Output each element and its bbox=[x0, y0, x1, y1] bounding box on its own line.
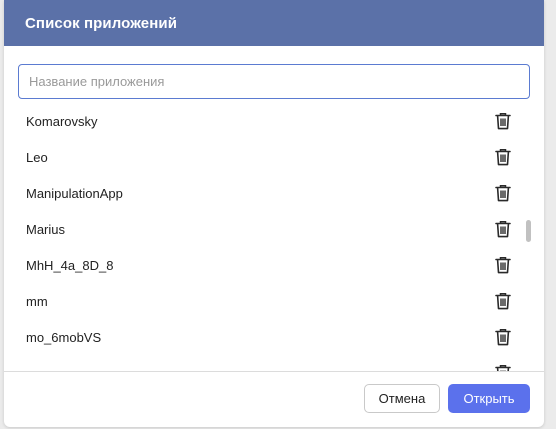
app-list-item[interactable]: Marius bbox=[4, 211, 524, 247]
trash-icon[interactable] bbox=[495, 148, 511, 166]
trash-icon[interactable] bbox=[495, 220, 511, 238]
app-list-item[interactable] bbox=[4, 355, 524, 371]
dialog-title: Список приложений bbox=[25, 14, 178, 32]
app-name-label: Leo bbox=[26, 149, 48, 165]
trash-icon[interactable] bbox=[495, 256, 511, 274]
app-name-search-input[interactable] bbox=[18, 64, 530, 99]
cancel-button[interactable]: Отмена bbox=[364, 384, 440, 413]
app-list-item[interactable]: Komarovsky bbox=[4, 103, 524, 139]
trash-icon[interactable] bbox=[495, 364, 511, 371]
search-wrapper bbox=[18, 64, 530, 99]
app-list-item[interactable]: MhH_4a_8D_8 bbox=[4, 247, 524, 283]
scrollbar-thumb[interactable] bbox=[526, 220, 531, 242]
app-list-dialog: Список приложений Komarovsky Leo Manipulat… bbox=[4, 0, 544, 427]
dialog-footer: Отмена Открыть bbox=[4, 371, 544, 427]
app-list-item[interactable]: mo_6mobVS bbox=[4, 319, 524, 355]
app-list-item[interactable]: ManipulationApp bbox=[4, 175, 524, 211]
app-name-label: mo_6mobVS bbox=[26, 329, 102, 345]
trash-icon[interactable] bbox=[495, 112, 511, 130]
app-list-item[interactable]: Leo bbox=[4, 139, 524, 175]
trash-icon[interactable] bbox=[495, 184, 511, 202]
app-name-label: MhH_4a_8D_8 bbox=[26, 257, 114, 273]
open-button[interactable]: Открыть bbox=[448, 384, 530, 413]
app-name-label: ManipulationApp bbox=[26, 185, 123, 201]
app-list: Komarovsky Leo ManipulationApp Marius MhH_4a… bbox=[4, 103, 544, 371]
list-scrollbar[interactable] bbox=[526, 103, 532, 369]
app-name-label: mm bbox=[26, 293, 48, 309]
app-list-item[interactable]: mm bbox=[4, 283, 524, 319]
dialog-header: Список приложений bbox=[4, 0, 544, 46]
app-name-label: Marius bbox=[26, 221, 66, 237]
trash-icon[interactable] bbox=[495, 328, 511, 346]
trash-icon[interactable] bbox=[495, 292, 511, 310]
app-name-label: Komarovsky bbox=[26, 113, 98, 129]
